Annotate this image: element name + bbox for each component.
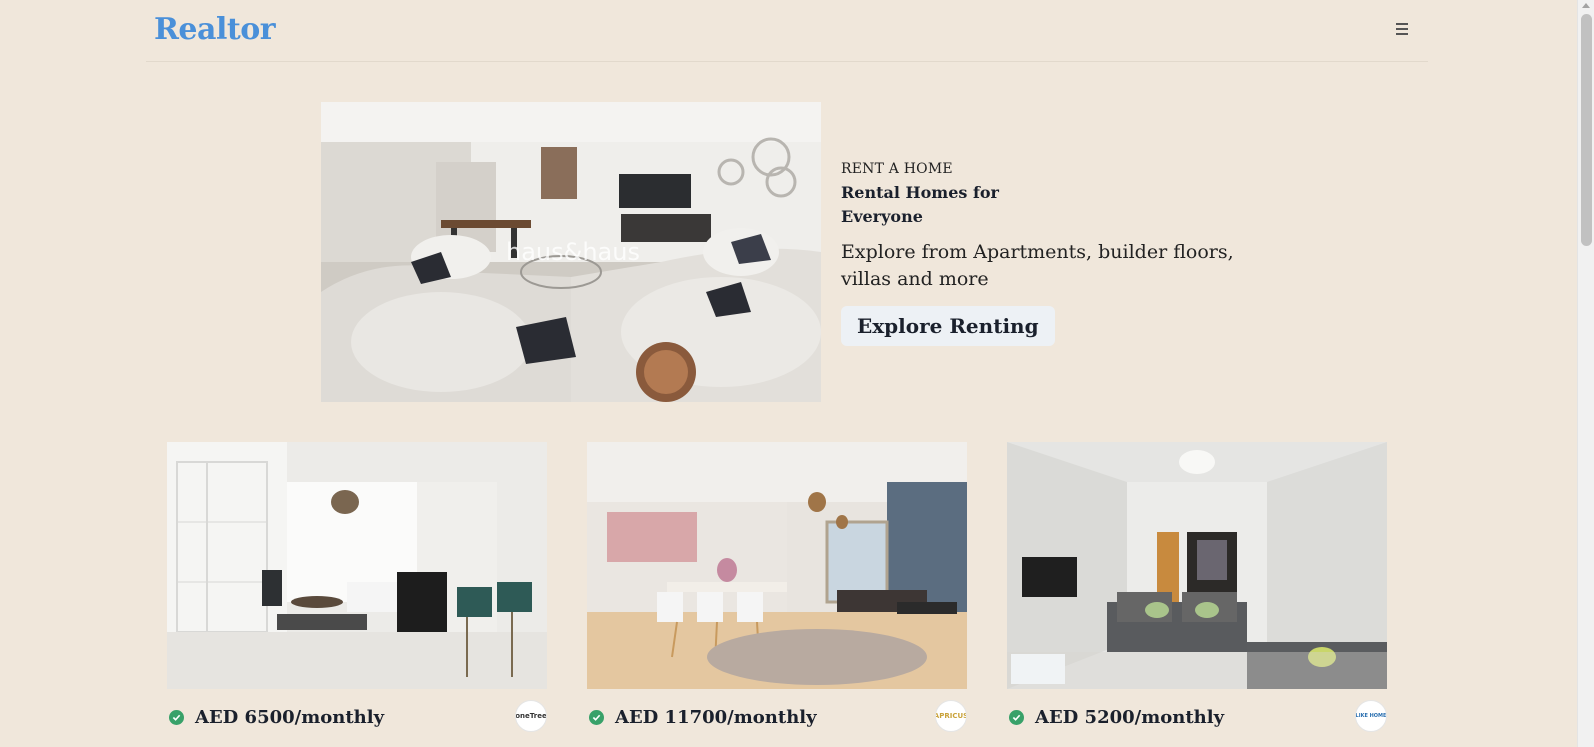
agency-logo: APRICUS xyxy=(935,700,967,732)
navbar: Realtor xyxy=(146,0,1428,62)
explore-renting-button[interactable]: Explore Renting xyxy=(841,306,1055,346)
property-price: AED 5200/monthly xyxy=(1035,707,1225,728)
property-card[interactable]: AED 5200/monthly LIKE HOME xyxy=(1007,442,1387,747)
svg-text:haus&haus: haus&haus xyxy=(506,238,640,266)
property-card[interactable]: AED 6500/monthly oneTree xyxy=(167,442,547,747)
hero-text-block: RENT A HOME Rental Homes for Everyone Ex… xyxy=(841,161,1261,346)
property-price: AED 6500/monthly xyxy=(195,707,385,728)
property-image[interactable] xyxy=(587,442,967,689)
hamburger-menu-icon[interactable] xyxy=(1390,18,1414,40)
agency-logo: LIKE HOME xyxy=(1355,700,1387,732)
property-info: AED 5200/monthly LIKE HOME xyxy=(1007,689,1387,747)
property-image[interactable] xyxy=(167,442,547,689)
brand-logo[interactable]: Realtor xyxy=(154,12,276,47)
property-price: AED 11700/monthly xyxy=(615,707,817,728)
property-info: AED 6500/monthly oneTree xyxy=(167,689,547,747)
hero-title: Rental Homes for Everyone xyxy=(841,183,999,226)
page-scrollbar[interactable] xyxy=(1577,0,1594,747)
property-image[interactable] xyxy=(1007,442,1387,689)
living-room-illustration: haus&haus xyxy=(321,102,821,402)
property-info: AED 11700/monthly APRICUS xyxy=(587,689,967,747)
hero-description: Explore from Apartments, builder floors,… xyxy=(841,241,1234,290)
verified-check-icon xyxy=(1009,710,1024,725)
verified-check-icon xyxy=(589,710,604,725)
verified-check-icon xyxy=(169,710,184,725)
agency-logo: oneTree xyxy=(515,700,547,732)
scroll-up-arrow-icon[interactable] xyxy=(1582,3,1590,8)
hero-image: haus&haus xyxy=(321,102,821,402)
hero-eyebrow: RENT A HOME xyxy=(841,161,953,177)
scrollbar-thumb[interactable] xyxy=(1581,14,1592,246)
property-card[interactable]: AED 11700/monthly APRICUS xyxy=(587,442,967,747)
